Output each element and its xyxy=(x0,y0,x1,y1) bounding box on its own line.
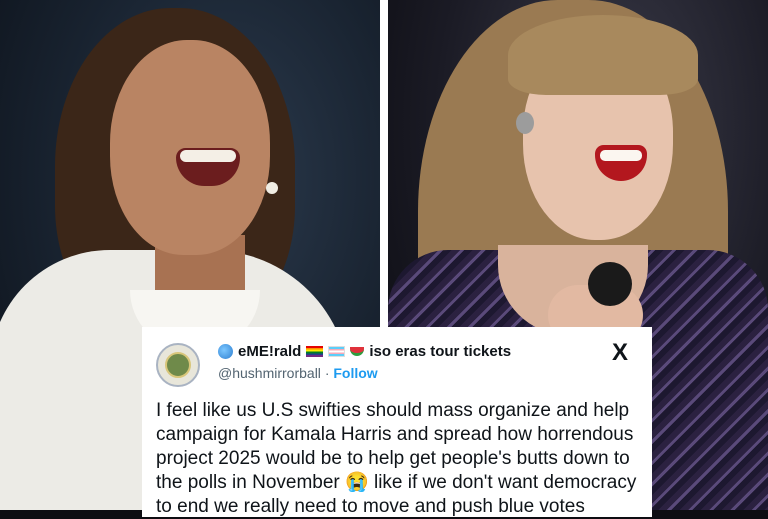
left-person-teeth xyxy=(180,150,236,162)
right-person-teeth xyxy=(600,150,642,161)
profile-avatar[interactable] xyxy=(156,343,200,387)
left-person-earring xyxy=(266,182,278,194)
rainbow-flag-icon xyxy=(306,346,324,357)
handle-line: @hushmirrorball · Follow xyxy=(218,365,378,381)
x-logo-icon[interactable]: X xyxy=(612,339,628,367)
globe-icon xyxy=(218,344,233,359)
tweet-body: I feel like us U.S swifties should mass … xyxy=(156,400,637,517)
tweet-header: eME!rald iso eras tour tickets @hushmirr… xyxy=(156,339,638,391)
tweet-card[interactable]: eME!rald iso eras tour tickets @hushmirr… xyxy=(142,327,652,517)
in-ear-monitor xyxy=(516,112,534,134)
display-name[interactable]: eME!rald xyxy=(238,343,301,360)
microphone xyxy=(588,262,632,306)
display-name-line[interactable]: eME!rald iso eras tour tickets xyxy=(218,343,511,360)
follow-button[interactable]: Follow xyxy=(333,365,377,381)
user-handle[interactable]: @hushmirrorball xyxy=(218,365,321,381)
separator-dot: · xyxy=(324,365,330,381)
right-person-bangs xyxy=(508,15,698,95)
trans-flag-icon xyxy=(328,346,346,357)
bio-suffix: iso eras tour tickets xyxy=(369,343,512,360)
seal-avatar-icon xyxy=(165,352,191,378)
watermelon-icon xyxy=(350,347,365,356)
